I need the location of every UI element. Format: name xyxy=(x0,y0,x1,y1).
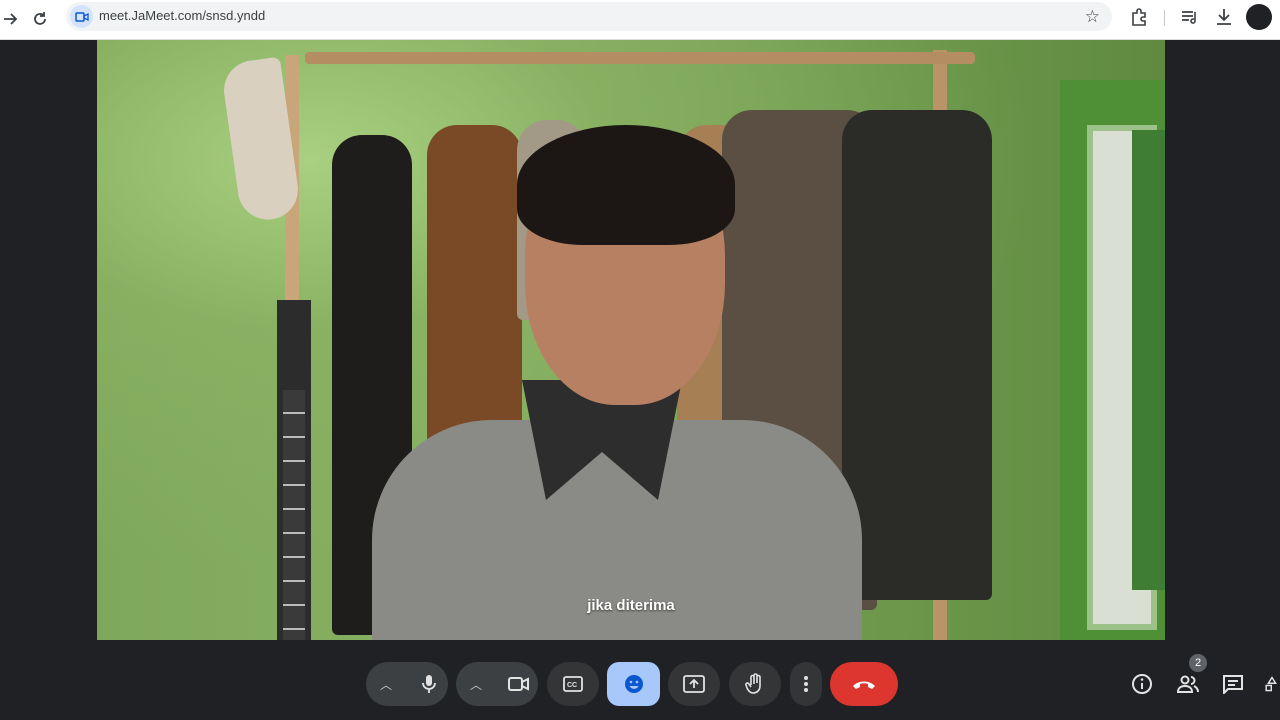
browser-toolbar: meet.JaMeet.com/snsd.yndd ☆ xyxy=(0,0,1280,40)
captions-button[interactable]: CC xyxy=(547,662,599,706)
reload-icon[interactable] xyxy=(29,8,51,30)
present-screen-button[interactable] xyxy=(668,662,720,706)
camera-icon xyxy=(508,677,529,691)
info-icon xyxy=(1132,674,1152,694)
people-button[interactable] xyxy=(1175,671,1201,697)
camo-jacket xyxy=(842,110,992,600)
participants-count-badge: 2 xyxy=(1189,654,1207,672)
activities-button[interactable] xyxy=(1264,671,1280,697)
present-icon xyxy=(683,675,705,693)
camera-control-group: ︿ xyxy=(456,662,538,706)
hang-up-icon xyxy=(853,681,875,689)
extensions-icon[interactable] xyxy=(1129,7,1149,31)
chat-icon xyxy=(1223,675,1243,694)
site-camera-icon[interactable] xyxy=(70,5,93,28)
microphone-icon xyxy=(422,675,436,693)
door-glass xyxy=(1132,130,1165,590)
more-options-button[interactable] xyxy=(790,662,822,706)
address-bar[interactable]: meet.JaMeet.com/snsd.yndd ☆ xyxy=(66,2,1112,31)
microphone-button[interactable] xyxy=(410,662,448,706)
participant-video: jika diterima xyxy=(97,40,1165,640)
people-icon xyxy=(1176,675,1199,693)
raise-hand-button[interactable] xyxy=(729,662,781,706)
chevron-up-icon[interactable]: ︿ xyxy=(470,676,482,693)
chevron-up-icon[interactable]: ︿ xyxy=(380,676,392,693)
more-vert-icon xyxy=(804,676,808,692)
media-queue-icon[interactable] xyxy=(1180,7,1200,31)
download-icon[interactable] xyxy=(1214,7,1234,31)
forward-icon[interactable] xyxy=(0,8,22,30)
camera-button[interactable] xyxy=(500,662,538,706)
profile-avatar[interactable] xyxy=(1246,4,1272,30)
bookmark-star-icon[interactable]: ☆ xyxy=(1085,7,1100,27)
mic-control-group: ︿ xyxy=(366,662,448,706)
hand-icon xyxy=(745,673,761,694)
meeting-info-button[interactable] xyxy=(1129,671,1155,697)
svg-text:CC: CC xyxy=(567,682,577,689)
clothes-rail xyxy=(305,52,975,64)
speaker-hair xyxy=(517,125,735,245)
activities-icon xyxy=(1265,676,1277,692)
url-text[interactable]: meet.JaMeet.com/snsd.yndd xyxy=(99,8,265,23)
live-caption: jika diterima xyxy=(587,597,675,614)
toolbar-divider xyxy=(1164,10,1165,26)
leave-call-button[interactable] xyxy=(830,662,898,706)
reactions-button[interactable] xyxy=(607,662,660,706)
emoji-icon xyxy=(624,675,643,693)
chat-button[interactable] xyxy=(1220,671,1246,697)
captions-icon: CC xyxy=(563,676,583,692)
